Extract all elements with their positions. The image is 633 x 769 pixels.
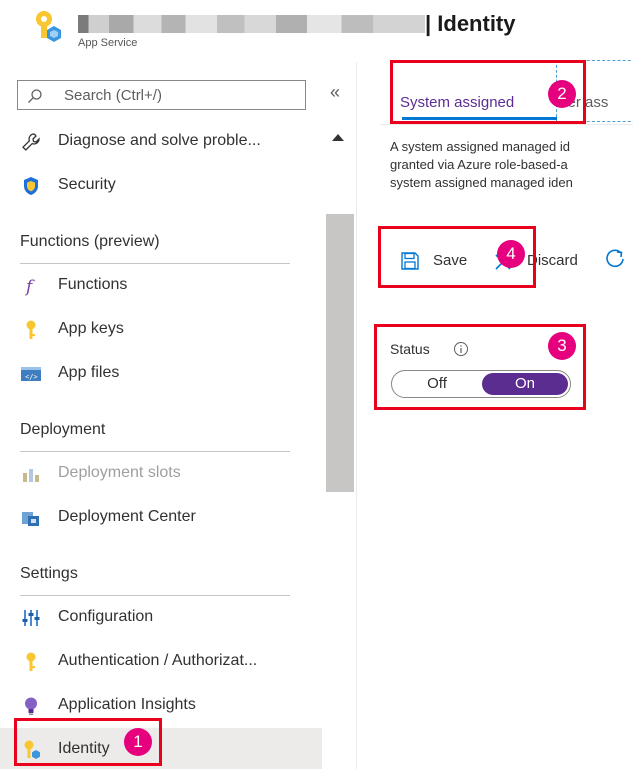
refresh-icon[interactable] [604, 248, 626, 270]
search-icon [28, 89, 42, 103]
page-title: | Identity [425, 11, 516, 36]
sidebar-item-label: Diagnose and solve proble... [58, 132, 261, 149]
code-file-icon: </> [21, 367, 41, 381]
sidebar-item-label: Security [58, 176, 116, 193]
deployment-center-icon [22, 512, 39, 526]
sidebar-item-deployment-slots: Deployment slots [0, 452, 322, 496]
svg-text:</>: </> [25, 373, 38, 381]
identity-description: A system assigned managed id granted via… [390, 138, 633, 192]
collapse-sidebar-icon[interactable]: « [330, 82, 340, 103]
search-placeholder: Search (Ctrl+/) [64, 87, 162, 104]
sidebar-item-configuration[interactable]: Configuration [0, 596, 322, 640]
search-input[interactable]: Search (Ctrl+/) [17, 80, 306, 110]
description-line: granted via Azure role-based-a [390, 157, 568, 172]
wrench-icon [22, 133, 40, 151]
section-header-deployment: Deployment [20, 421, 106, 438]
function-icon: f [24, 277, 35, 297]
sidebar-item-label: Authentication / Authorizat... [58, 652, 258, 669]
sidebar-item-authentication[interactable]: Authentication / Authorizat... [0, 640, 322, 684]
key-icon [26, 320, 36, 339]
svg-text:f: f [24, 277, 35, 297]
app-service-key-icon [36, 11, 61, 42]
redacted-app-name [78, 15, 425, 33]
scroll-up-arrow-icon[interactable] [332, 134, 344, 141]
step-badge: 3 [548, 332, 576, 360]
sidebar-item-label: Configuration [58, 608, 154, 625]
key-icon [26, 652, 36, 671]
sidebar-item-label: Functions [58, 276, 128, 293]
shield-icon [24, 177, 38, 195]
sidebar-item-security[interactable]: Security [0, 164, 322, 208]
blade-header: | Identity App Service [0, 0, 633, 62]
step-badge: 1 [124, 728, 152, 756]
step-badge: 2 [548, 80, 576, 108]
sidebar-item-label: Deployment slots [58, 464, 181, 481]
section-header-settings: Settings [20, 565, 78, 582]
sidebar-divider [356, 62, 357, 769]
sidebar-item-label: Deployment Center [58, 508, 196, 525]
sidebar-item-functions[interactable]: f Functions [0, 264, 322, 308]
sidebar-item-label: Application Insights [58, 696, 196, 713]
sidebar-item-diagnose[interactable]: Diagnose and solve proble... [0, 120, 322, 164]
sidebar-scrollbar-thumb[interactable] [326, 214, 354, 492]
sidebar-item-app-files[interactable]: </> App files [0, 352, 322, 396]
slots-icon [23, 469, 39, 482]
step-badge: 4 [497, 240, 525, 268]
section-header-functions: Functions (preview) [20, 233, 160, 250]
sliders-icon [22, 610, 40, 626]
page-subtitle: App Service [78, 37, 138, 49]
sidebar-item-app-keys[interactable]: App keys [0, 308, 322, 352]
lightbulb-icon [25, 697, 37, 715]
description-line: system assigned managed iden [390, 175, 573, 190]
sidebar-item-label: App files [58, 364, 120, 381]
sidebar-item-deployment-center[interactable]: Deployment Center [0, 496, 322, 540]
sidebar: Search (Ctrl+/) « Diagnose and solve pro… [0, 72, 356, 769]
tab-divider [380, 124, 633, 125]
description-line: A system assigned managed id [390, 139, 570, 154]
sidebar-item-label: App keys [58, 320, 124, 337]
